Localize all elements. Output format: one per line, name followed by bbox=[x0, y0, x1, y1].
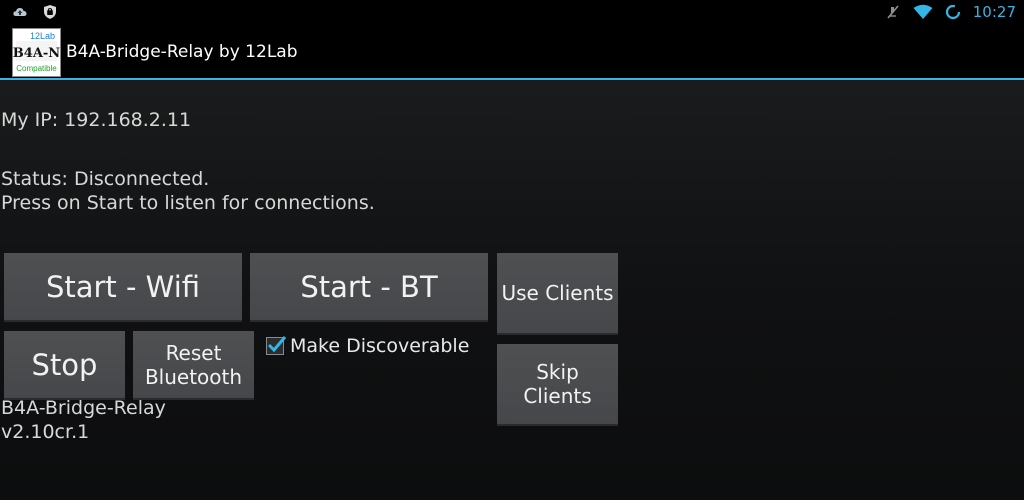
cloud-upload-icon bbox=[12, 4, 28, 20]
use-clients-button-label: Use Clients bbox=[501, 281, 614, 305]
checkbox-box[interactable] bbox=[266, 336, 287, 355]
use-clients-button[interactable]: Use Clients bbox=[497, 253, 618, 335]
status-label: Status: Disconnected. bbox=[1, 168, 210, 190]
start-bt-button[interactable]: Start - BT bbox=[250, 253, 488, 322]
reset-bluetooth-button-label-line2: Bluetooth bbox=[144, 364, 243, 389]
skip-clients-button-label-line2: Clients bbox=[523, 384, 592, 408]
ip-label: My IP: 192.168.2.11 bbox=[1, 109, 192, 131]
stop-button[interactable]: Stop bbox=[4, 331, 125, 400]
system-icons: 10:27 bbox=[885, 2, 1016, 22]
make-discoverable-label: Make Discoverable bbox=[290, 335, 470, 357]
start-wifi-button[interactable]: Start - Wifi bbox=[4, 253, 242, 322]
make-discoverable-checkbox[interactable]: Make Discoverable bbox=[266, 334, 469, 358]
app-title: B4A-Bridge-Relay by 12Lab bbox=[66, 42, 298, 62]
skip-clients-button[interactable]: Skip Clients bbox=[497, 344, 618, 426]
action-bar: 12Lab B4A-N Compatible B4A-Bridge-Relay … bbox=[0, 25, 1024, 80]
version-name-label: B4A-Bridge-Relay bbox=[1, 397, 166, 419]
shield-icon bbox=[42, 4, 58, 20]
checkmark-icon bbox=[267, 336, 287, 353]
status-hint-label: Press on Start to listen for connections… bbox=[1, 192, 375, 214]
status-bar: 10:27 bbox=[0, 0, 1024, 25]
version-number-label: v2.10cr.1 bbox=[1, 421, 90, 443]
skip-clients-button-label-line1: Skip bbox=[536, 360, 579, 384]
wifi-icon bbox=[913, 4, 933, 20]
stop-button-label: Stop bbox=[31, 347, 98, 382]
logo-bottom-text: Compatible bbox=[16, 64, 57, 73]
app-logo: 12Lab B4A-N Compatible bbox=[12, 28, 61, 77]
reset-bluetooth-button[interactable]: Reset Bluetooth bbox=[133, 331, 254, 400]
logo-top-text: 12Lab bbox=[30, 31, 55, 41]
clock: 10:27 bbox=[972, 3, 1016, 21]
mute-icon bbox=[885, 4, 901, 20]
sync-icon bbox=[945, 4, 961, 20]
start-bt-button-label: Start - BT bbox=[300, 269, 438, 304]
logo-main-text: B4A-N bbox=[13, 46, 60, 61]
start-wifi-button-label: Start - Wifi bbox=[45, 269, 201, 304]
reset-bluetooth-button-label-line1: Reset bbox=[165, 340, 222, 365]
notification-icons bbox=[12, 4, 58, 20]
